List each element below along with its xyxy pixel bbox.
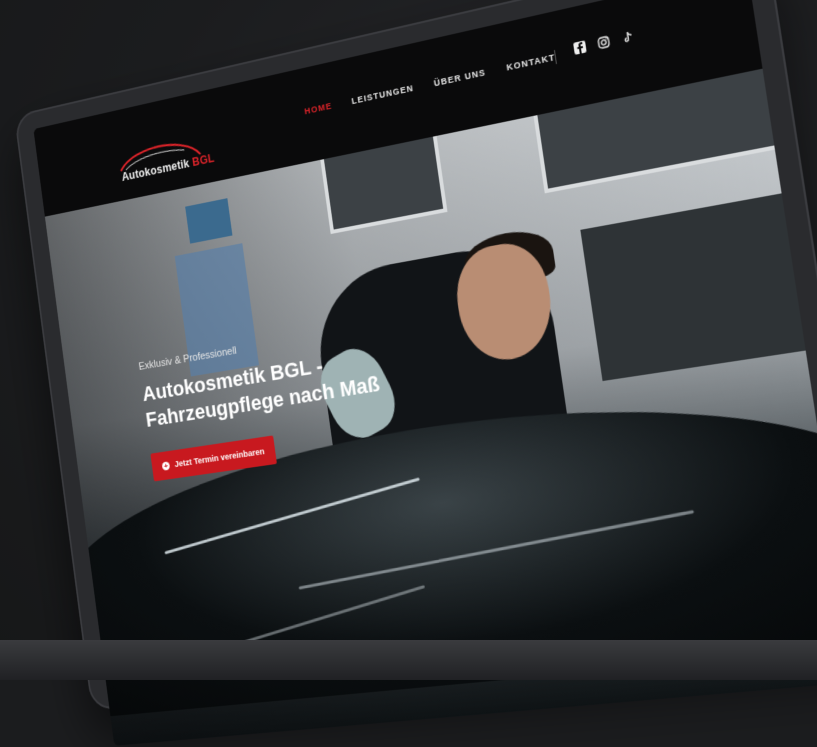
laptop-base — [0, 640, 817, 680]
tiktok-icon[interactable] — [621, 30, 635, 45]
site-logo[interactable]: Autokosmetik BGL — [112, 131, 216, 189]
mockup-background: Autokosmetik BGL HOME LEISTUNGEN ÜBER UN… — [0, 0, 817, 746]
plus-circle-icon: + — [161, 460, 171, 471]
facebook-icon[interactable] — [573, 40, 587, 55]
main-navigation: HOME LEISTUNGEN ÜBER UNS KONTAKT — [304, 52, 556, 116]
workshop-cabinet — [580, 188, 817, 382]
nav-item-ueber-uns[interactable]: ÜBER UNS — [433, 67, 486, 88]
nav-item-home[interactable]: HOME — [304, 101, 333, 116]
hero-headline: Autokosmetik BGL - Fahrzeugpflege nach M… — [140, 353, 382, 432]
laptop-screen: Autokosmetik BGL HOME LEISTUNGEN ÜBER UN… — [33, 0, 817, 746]
social-links — [573, 30, 635, 55]
cta-label: Jetzt Termin vereinbaren — [173, 446, 266, 469]
workshop-dispenser — [185, 198, 233, 244]
nav-item-leistungen[interactable]: LEISTUNGEN — [351, 83, 414, 106]
laptop-lid: Autokosmetik BGL HOME LEISTUNGEN ÜBER UN… — [13, 0, 817, 746]
nav-item-kontakt[interactable]: KONTAKT — [506, 52, 556, 72]
instagram-icon[interactable] — [597, 35, 611, 50]
